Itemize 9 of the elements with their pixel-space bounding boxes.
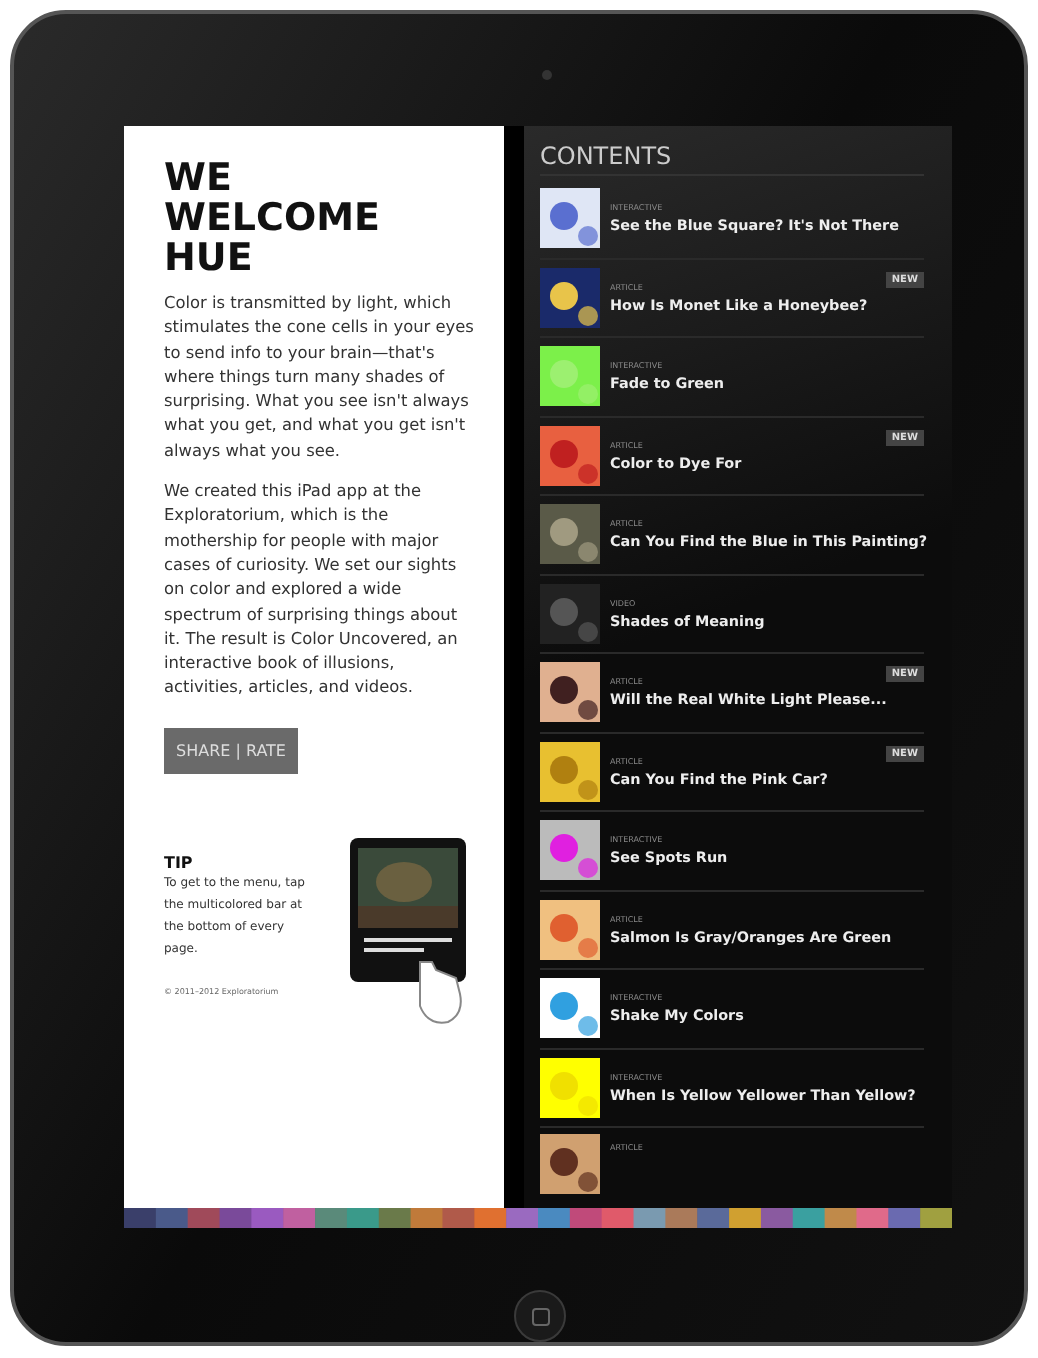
color-bar[interactable] (124, 1208, 952, 1228)
intro-title: WE WELCOME HUE (164, 158, 383, 278)
contents-title: CONTENTS (540, 142, 924, 176)
home-button[interactable] (514, 1290, 566, 1342)
intro-paragraph: We created this iPad app at the Exploratorium, which is the mothership for people with major cases of curiosity. We set our sights on color and explored a wide spectrum of surprising things about it. The result is Color Uncovered, an interactive book of illusions, activities, articles, and videos. (164, 478, 460, 700)
tip-title: TIP (164, 853, 195, 872)
intro-paragraph: Color is transmitted by light, which stimulates the cone cells in your eyes to send info to your brain—that's where things turn many shades of surprising. What you see isn't always what you get, and what you get isn't always what you see. (164, 290, 476, 463)
camera-icon (542, 70, 552, 80)
share-rate-button[interactable]: SHARE | RATE (164, 727, 298, 774)
